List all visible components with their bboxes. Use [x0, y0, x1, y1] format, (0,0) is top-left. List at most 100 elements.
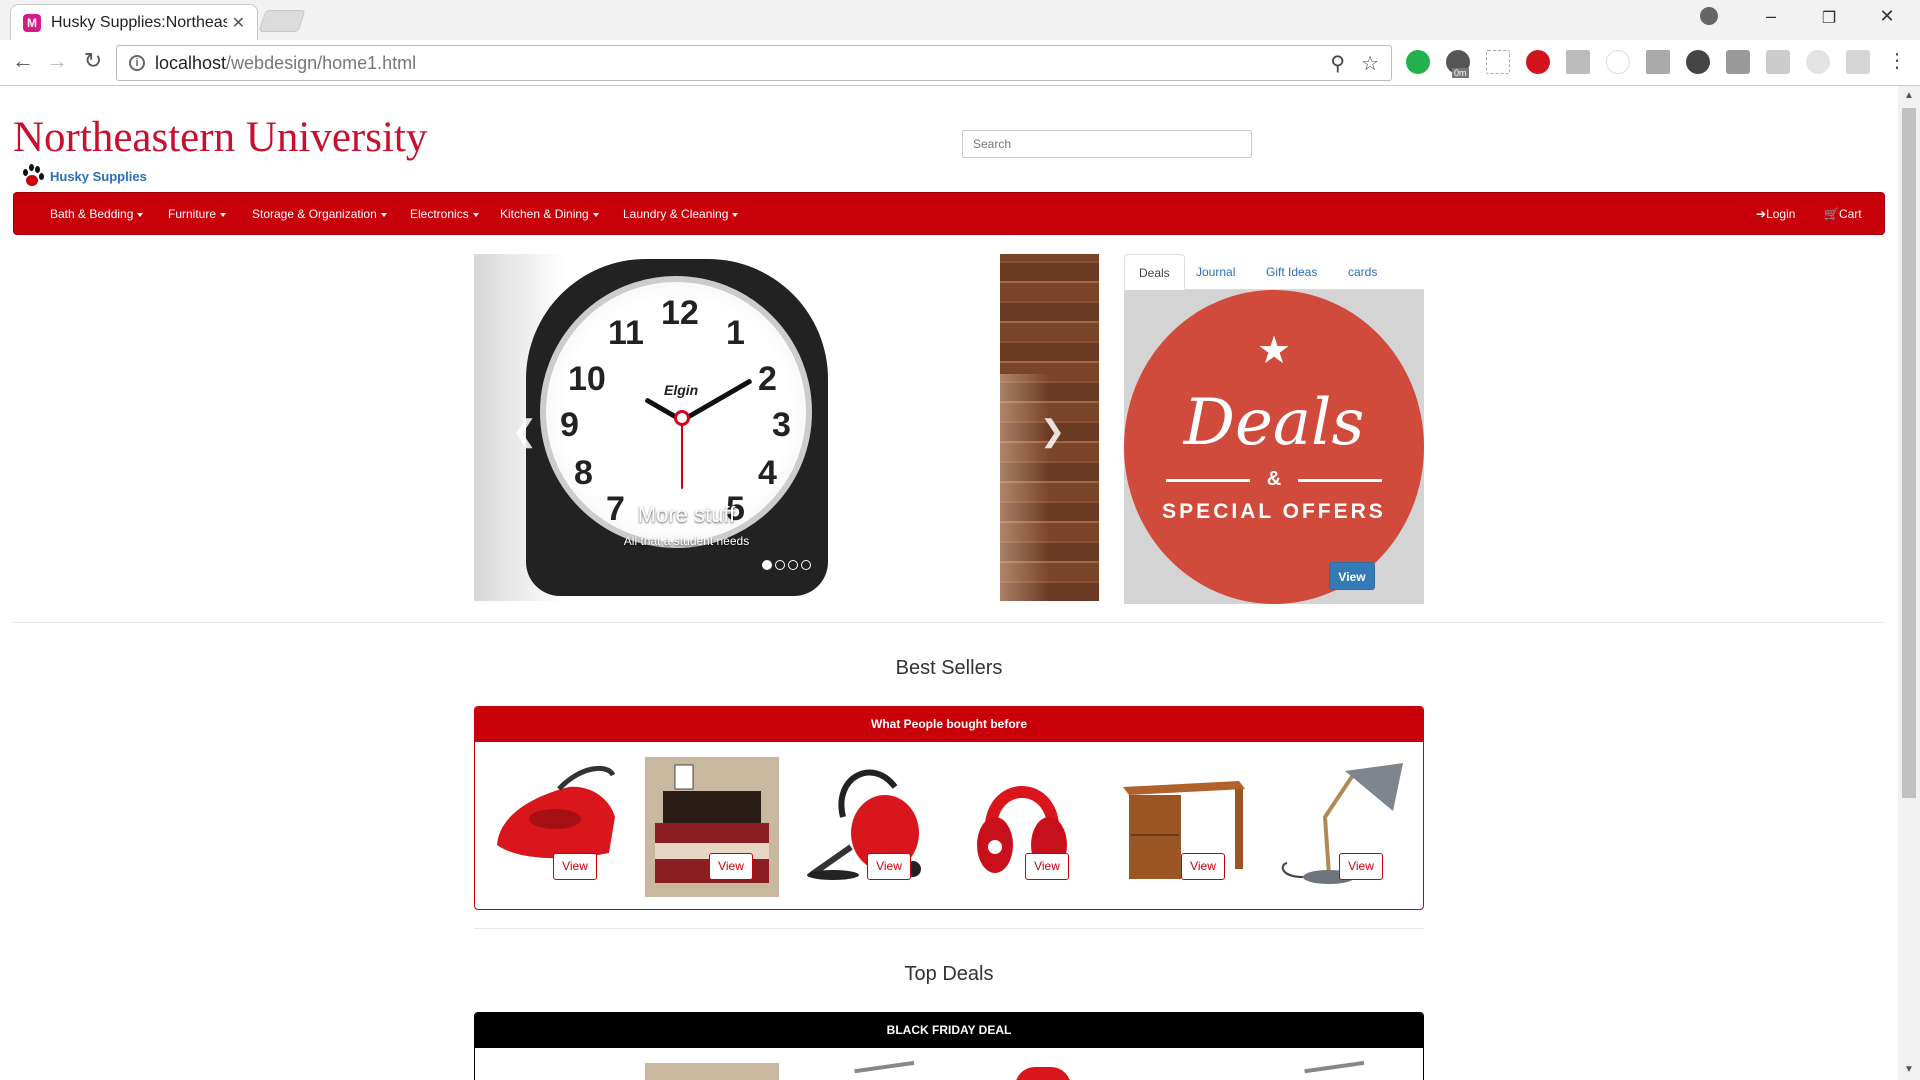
info-icon[interactable]: i [129, 55, 145, 71]
extension-h-icon[interactable] [1726, 50, 1750, 74]
tab-cards[interactable]: cards [1334, 254, 1391, 290]
tab-gift-ideas[interactable]: Gift Ideas [1252, 254, 1331, 290]
extension-settings-icon[interactable] [1846, 50, 1870, 74]
adblock-icon[interactable] [1526, 50, 1550, 74]
deal-view-button[interactable]: View [1329, 562, 1375, 590]
tab-journal[interactable]: Journal [1182, 254, 1249, 290]
extension-badge: 0m [1452, 68, 1469, 78]
carousel-indicator[interactable] [788, 560, 798, 570]
url-path: /webdesign/home1.html [226, 52, 417, 73]
caret-down-icon [472, 212, 479, 217]
clock-number: 1 [726, 314, 745, 352]
deal-lamp-image[interactable] [854, 1060, 916, 1080]
url-host: localhost [155, 52, 227, 73]
steam-iron-image [497, 765, 616, 859]
carousel-caption-subtitle: All that a student needs [623, 534, 750, 548]
reload-icon[interactable]: ↻ [78, 48, 108, 74]
carousel-indicator[interactable] [775, 560, 785, 570]
product-steam-iron[interactable]: View [489, 757, 623, 897]
product-desk-lamp[interactable]: View [1275, 757, 1409, 897]
view-button[interactable]: View [867, 853, 911, 880]
nav-laundry-cleaning[interactable]: Laundry & Cleaning [623, 207, 739, 221]
nav-storage-organization[interactable]: Storage & Organization [252, 207, 387, 221]
zoom-icon[interactable]: ⚲ [1330, 51, 1345, 76]
cart-link[interactable]: 🛒Cart [1824, 207, 1862, 221]
bookmark-star-icon[interactable]: ☆ [1361, 51, 1379, 76]
scroll-up-icon[interactable]: ▲ [1904, 90, 1914, 101]
caret-down-icon [592, 212, 599, 217]
best-sellers-title: Best Sellers [895, 657, 1003, 679]
new-tab-button[interactable] [258, 10, 306, 32]
sub-brand[interactable]: Husky Supplies [22, 164, 147, 188]
nav-electronics[interactable]: Electronics [410, 207, 479, 221]
login-link[interactable]: ➔Login [1756, 207, 1795, 221]
favicon-icon: M [23, 13, 41, 32]
close-tab-icon[interactable]: ✕ [232, 13, 245, 33]
product-vacuum-cleaner[interactable]: View [803, 757, 937, 897]
cart-label: Cart [1838, 207, 1862, 221]
product-headphones[interactable]: View [961, 757, 1095, 897]
login-label: Login [1766, 207, 1796, 221]
restore-icon[interactable]: ❐ [1814, 8, 1844, 28]
clock-center [674, 410, 690, 426]
browser-tab[interactable]: M Husky Supplies:Northeastern ✕ [10, 4, 258, 40]
scrollbar-thumb[interactable] [1902, 108, 1916, 798]
extension-mail-icon[interactable] [1646, 50, 1670, 74]
hero-carousel[interactable]: 12 1 2 3 4 5 7 8 9 10 11 Elgin ❮ ❯ More … [474, 254, 1099, 601]
cart-icon: 🛒 [1824, 207, 1839, 221]
clock-number: 4 [758, 454, 777, 492]
carousel-indicator[interactable] [762, 560, 772, 570]
deal-headphones-image[interactable] [1015, 1067, 1071, 1080]
forward-icon[interactable]: → [42, 48, 72, 74]
product-desk[interactable]: View [1117, 757, 1251, 897]
chevron-right-icon[interactable]: ❯ [1040, 414, 1065, 449]
brand-title[interactable]: Northeastern University [13, 113, 427, 162]
vertical-scrollbar[interactable]: ▲ ▼ [1898, 86, 1920, 1080]
view-button[interactable]: View [1339, 853, 1383, 880]
clock-number: 8 [574, 454, 593, 492]
nav-label: Bath & Bedding [50, 207, 134, 221]
clock-brand: Elgin [664, 382, 699, 398]
view-button[interactable]: View [1025, 853, 1069, 880]
carousel-indicator[interactable] [801, 560, 811, 570]
tab-deals[interactable]: Deals [1124, 254, 1185, 290]
view-button[interactable]: View [709, 853, 753, 880]
caret-down-icon [732, 212, 739, 217]
divider [13, 622, 1885, 623]
view-button[interactable]: View [553, 853, 597, 880]
deal-bedding-image[interactable] [645, 1063, 779, 1080]
chevron-left-icon[interactable]: ❮ [512, 414, 537, 449]
login-icon: ➔ [1756, 207, 1767, 221]
extension-globe-icon[interactable] [1686, 50, 1710, 74]
extension-gear-icon[interactable] [1806, 50, 1830, 74]
address-bar[interactable]: i localhost/webdesign/home1.html ⚲ ☆ [116, 45, 1392, 81]
menu-kebab-icon[interactable]: ⋮ [1882, 48, 1912, 73]
minimize-icon[interactable]: – [1756, 6, 1786, 27]
back-icon[interactable]: ← [8, 48, 38, 74]
nav-label: Storage & Organization [252, 207, 377, 221]
web-page: Northeastern University Husky Supplies B… [0, 86, 1898, 1080]
product-bedding-set[interactable]: View [645, 757, 779, 897]
clock-number: 2 [758, 360, 777, 398]
nav-bath-bedding[interactable]: Bath & Bedding [50, 207, 144, 221]
browser-tab-strip: M Husky Supplies:Northeastern ✕ – ❐ ✕ [0, 0, 1920, 40]
extension-w-icon[interactable] [1606, 50, 1630, 74]
nav-kitchen-dining[interactable]: Kitchen & Dining [500, 207, 599, 221]
paw-icon [22, 164, 44, 188]
nav-furniture[interactable]: Furniture [168, 207, 227, 221]
deal-title: Deals [1183, 386, 1365, 460]
close-window-icon[interactable]: ✕ [1872, 6, 1902, 27]
search-input[interactable] [962, 130, 1252, 158]
carousel-indicators [762, 560, 811, 570]
extension-play-icon[interactable] [1766, 50, 1790, 74]
best-sellers-panel: What People bought before View View View… [474, 706, 1424, 910]
extension-check-icon[interactable] [1406, 50, 1430, 74]
extension-pdf-icon[interactable] [1566, 50, 1590, 74]
next-slide-highlight [1000, 374, 1050, 601]
view-button[interactable]: View [1181, 853, 1225, 880]
main-navbar: Bath & Bedding Furniture Storage & Organ… [13, 192, 1885, 235]
deal-lamp-image[interactable] [1304, 1060, 1366, 1080]
extension-capture-icon[interactable] [1486, 50, 1510, 74]
scroll-down-icon[interactable]: ▼ [1904, 1064, 1914, 1075]
account-icon[interactable] [1700, 7, 1718, 25]
